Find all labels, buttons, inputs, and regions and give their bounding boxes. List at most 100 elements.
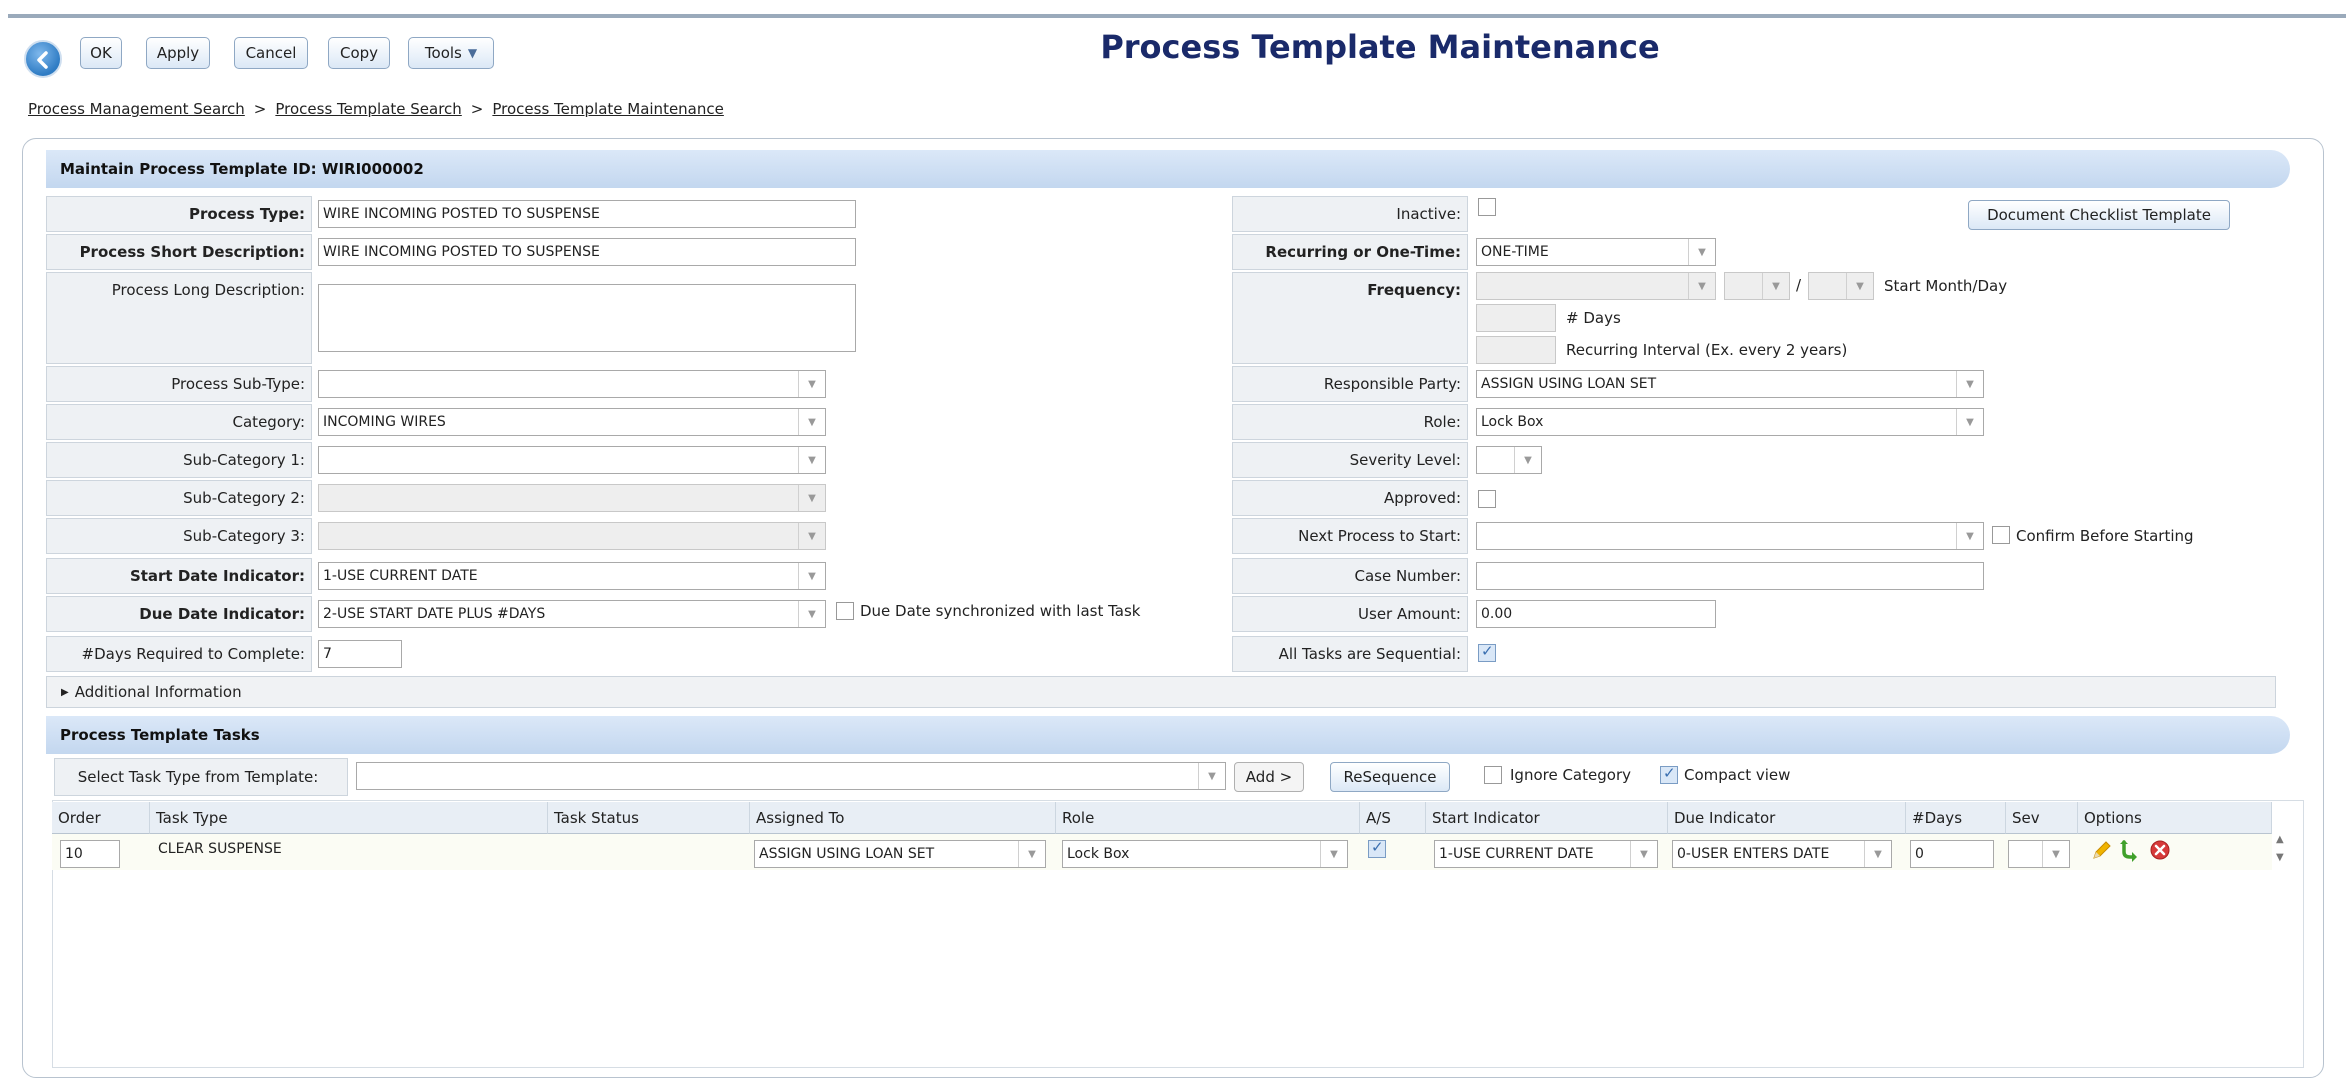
compact-view-label: Compact view: [1684, 766, 1791, 784]
frequency-select[interactable]: ▼: [1476, 272, 1716, 300]
task-order-field[interactable]: 10: [60, 840, 120, 868]
document-checklist-template-button[interactable]: Document Checklist Template: [1968, 200, 2230, 230]
delete-icon[interactable]: [2148, 838, 2172, 862]
task-role-select[interactable]: Lock Box ▼: [1062, 840, 1348, 868]
col-as[interactable]: A/S: [1360, 802, 1426, 834]
col-order[interactable]: Order: [52, 802, 150, 834]
breadcrumb-process-template-maintenance[interactable]: Process Template Maintenance: [492, 100, 723, 118]
sub-cat2-label: Sub-Category 2:: [46, 480, 312, 516]
ignore-category-checkbox[interactable]: [1484, 766, 1502, 784]
confirm-before-starting-checkbox[interactable]: [1992, 526, 2010, 544]
sub-cat3-select[interactable]: ▼: [318, 522, 826, 550]
process-type-field[interactable]: WIRE INCOMING POSTED TO SUSPENSE: [318, 200, 856, 228]
dropdown-arrow-icon: ▼: [1762, 273, 1789, 299]
task-due-indicator-value: 0-USER ENTERS DATE: [1677, 846, 1830, 862]
role-label: Role:: [1232, 404, 1468, 440]
dropdown-arrow-icon: ▼: [1514, 447, 1541, 473]
scroll-up-icon[interactable]: ▲: [2276, 834, 2284, 845]
col-options[interactable]: Options: [2078, 802, 2272, 834]
sub-cat1-select[interactable]: ▼: [318, 446, 826, 474]
scroll-down-icon[interactable]: ▼: [2276, 852, 2284, 863]
task-assigned-to-select[interactable]: ASSIGN USING LOAN SET ▼: [754, 840, 1046, 868]
task-start-indicator-value: 1-USE CURRENT DATE: [1439, 846, 1594, 862]
all-sequential-label: All Tasks are Sequential:: [1232, 636, 1468, 672]
next-process-select[interactable]: ▼: [1476, 522, 1984, 550]
case-number-label: Case Number:: [1232, 558, 1468, 594]
dropdown-arrow-icon: ▼: [798, 371, 825, 397]
edit-pencil-icon[interactable]: [2090, 838, 2114, 862]
grid-scrollbar[interactable]: ▲ ▼: [2272, 834, 2296, 874]
sub-cat1-label: Sub-Category 1:: [46, 442, 312, 478]
approved-checkbox[interactable]: [1478, 490, 1496, 508]
dropdown-arrow-icon: ▼: [1956, 371, 1983, 397]
compact-view-checkbox[interactable]: [1660, 764, 1678, 784]
dropdown-arrow-icon: ▼: [798, 563, 825, 589]
start-month-select[interactable]: ▼: [1724, 272, 1790, 300]
breadcrumb-process-management-search[interactable]: Process Management Search: [28, 100, 245, 118]
task-days-field[interactable]: 0: [1910, 840, 1994, 868]
approved-label: Approved:: [1232, 480, 1468, 516]
start-day-select[interactable]: ▼: [1808, 272, 1874, 300]
task-as-checkbox[interactable]: [1368, 838, 1386, 858]
dropdown-arrow-icon: ▼: [1198, 763, 1225, 789]
col-assigned-to[interactable]: Assigned To: [750, 802, 1056, 834]
task-start-indicator-select[interactable]: 1-USE CURRENT DATE ▼: [1434, 840, 1658, 868]
responsible-party-select[interactable]: ASSIGN USING LOAN SET ▼: [1476, 370, 1984, 398]
col-task-status[interactable]: Task Status: [548, 802, 750, 834]
cancel-button[interactable]: Cancel: [234, 37, 308, 69]
tools-menu-button[interactable]: Tools ▼: [408, 37, 494, 69]
task-type-template-select[interactable]: ▼: [356, 762, 1226, 790]
recurring-interval-field[interactable]: [1476, 336, 1556, 364]
due-indicator-value: 2-USE START DATE PLUS #DAYS: [323, 606, 546, 622]
col-task-type[interactable]: Task Type: [150, 802, 548, 834]
sub-type-select[interactable]: ▼: [318, 370, 826, 398]
back-arrow-icon: [37, 51, 48, 69]
dropdown-arrow-icon: ▼: [1956, 409, 1983, 435]
back-button[interactable]: [24, 40, 62, 78]
all-sequential-checkbox[interactable]: [1478, 642, 1496, 662]
copy-button[interactable]: Copy: [328, 37, 390, 69]
days-required-label: #Days Required to Complete:: [46, 636, 312, 672]
dropdown-arrow-icon: ▼: [1688, 239, 1715, 265]
section-header: Maintain Process Template ID: WIRI000002: [46, 150, 2290, 188]
start-indicator-select[interactable]: 1-USE CURRENT DATE ▼: [318, 562, 826, 590]
additional-information-toggle[interactable]: ▶ Additional Information: [46, 676, 2276, 708]
start-indicator-value: 1-USE CURRENT DATE: [323, 568, 478, 584]
breadcrumb-process-template-search[interactable]: Process Template Search: [275, 100, 461, 118]
col-start-indicator[interactable]: Start Indicator: [1426, 802, 1668, 834]
refresh-icon[interactable]: [2118, 838, 2142, 862]
recurring-value: ONE-TIME: [1481, 244, 1549, 260]
due-indicator-select[interactable]: 2-USE START DATE PLUS #DAYS ▼: [318, 600, 826, 628]
num-days-field[interactable]: [1476, 304, 1556, 332]
long-desc-textarea[interactable]: [318, 284, 856, 352]
severity-select[interactable]: ▼: [1476, 446, 1542, 474]
col-days[interactable]: #Days: [1906, 802, 2006, 834]
col-sev[interactable]: Sev: [2006, 802, 2078, 834]
due-sync-checkbox[interactable]: [836, 602, 854, 620]
ok-button[interactable]: OK: [80, 37, 122, 69]
task-due-indicator-select[interactable]: 0-USER ENTERS DATE ▼: [1672, 840, 1892, 868]
inactive-checkbox[interactable]: [1478, 198, 1496, 216]
process-type-label: Process Type:: [46, 196, 312, 232]
resequence-button[interactable]: ReSequence: [1330, 762, 1450, 792]
due-indicator-label: Due Date Indicator:: [46, 596, 312, 632]
add-task-button[interactable]: Add >: [1234, 762, 1304, 792]
user-amount-field[interactable]: 0.00: [1476, 600, 1716, 628]
task-sev-select[interactable]: ▼: [2008, 840, 2070, 868]
month-day-separator: /: [1796, 276, 1802, 294]
top-border: [8, 14, 2346, 18]
sub-cat2-select[interactable]: ▼: [318, 484, 826, 512]
category-select[interactable]: INCOMING WIRES ▼: [318, 408, 826, 436]
task-type-cell: CLEAR SUSPENSE: [158, 841, 282, 857]
col-due-indicator[interactable]: Due Indicator: [1668, 802, 1906, 834]
severity-label: Severity Level:: [1232, 442, 1468, 478]
case-number-field[interactable]: [1476, 562, 1984, 590]
col-role[interactable]: Role: [1056, 802, 1360, 834]
confirm-before-starting-label: Confirm Before Starting: [2016, 527, 2194, 545]
days-required-field[interactable]: 7: [318, 640, 402, 668]
recurring-select[interactable]: ONE-TIME ▼: [1476, 238, 1716, 266]
breadcrumb: Process Management Search > Process Templa…: [28, 100, 724, 118]
apply-button[interactable]: Apply: [146, 37, 210, 69]
short-desc-field[interactable]: WIRE INCOMING POSTED TO SUSPENSE: [318, 238, 856, 266]
role-select[interactable]: Lock Box ▼: [1476, 408, 1984, 436]
